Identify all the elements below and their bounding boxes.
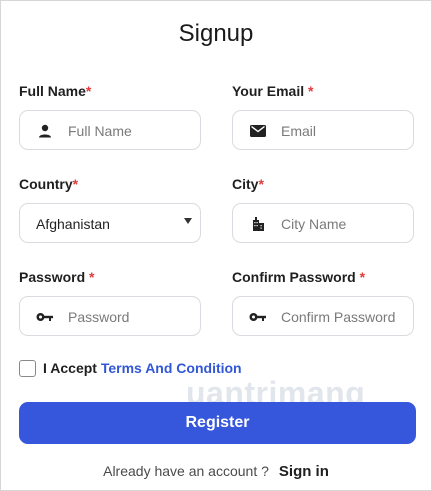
country-label-text: Country: [19, 176, 73, 192]
key-icon: [36, 308, 54, 326]
signin-prompt: Already have an account ? Sign in: [0, 463, 432, 480]
terms-link[interactable]: Terms And Condition: [101, 360, 242, 376]
country-value: Afghanistan: [36, 216, 110, 232]
password-label-text: Password: [19, 269, 90, 285]
chevron-down-icon: [184, 218, 192, 224]
email-label-text: Your Email: [232, 83, 308, 99]
required-asterisk: *: [85, 83, 92, 99]
signin-link[interactable]: Sign in: [279, 463, 329, 480]
building-icon: [249, 215, 267, 233]
city-label-text: City: [232, 176, 259, 192]
city-label: City*: [232, 176, 264, 192]
signin-question: Already have an account ?: [103, 463, 269, 479]
country-label: Country*: [19, 176, 78, 192]
confirm-password-label: Confirm Password *: [232, 269, 365, 285]
person-icon: [36, 122, 54, 140]
required-asterisk: *: [72, 176, 79, 192]
envelope-icon: [249, 122, 267, 140]
key-icon: [249, 308, 267, 326]
confirm-password-field[interactable]: Confirm Password: [232, 296, 414, 336]
register-button[interactable]: Register: [19, 402, 416, 444]
full-name-label-text: Full Name: [19, 83, 86, 99]
password-field[interactable]: Password: [19, 296, 201, 336]
city-field[interactable]: City Name: [232, 203, 414, 243]
password-label: Password *: [19, 269, 94, 285]
email-field[interactable]: Email: [232, 110, 414, 150]
full-name-label: Full Name*: [19, 83, 91, 99]
confirm-password-placeholder: Confirm Password: [281, 309, 396, 325]
email-placeholder: Email: [281, 123, 317, 139]
city-placeholder: City Name: [281, 216, 347, 232]
email-label: Your Email *: [232, 83, 313, 99]
full-name-placeholder: Full Name: [68, 123, 132, 139]
required-asterisk: *: [359, 269, 366, 285]
country-select[interactable]: Afghanistan: [19, 203, 201, 243]
password-placeholder: Password: [68, 309, 130, 325]
full-name-field[interactable]: Full Name: [19, 110, 201, 150]
confirm-password-label-text: Confirm Password: [232, 269, 360, 285]
terms-checkbox[interactable]: [19, 360, 36, 377]
required-asterisk: *: [258, 176, 264, 192]
terms-prefix: I Accept: [43, 360, 101, 376]
required-asterisk: *: [89, 269, 95, 285]
terms-text: I Accept Terms And Condition: [43, 360, 242, 376]
page-title: Signup: [178, 20, 254, 47]
required-asterisk: *: [307, 83, 314, 99]
